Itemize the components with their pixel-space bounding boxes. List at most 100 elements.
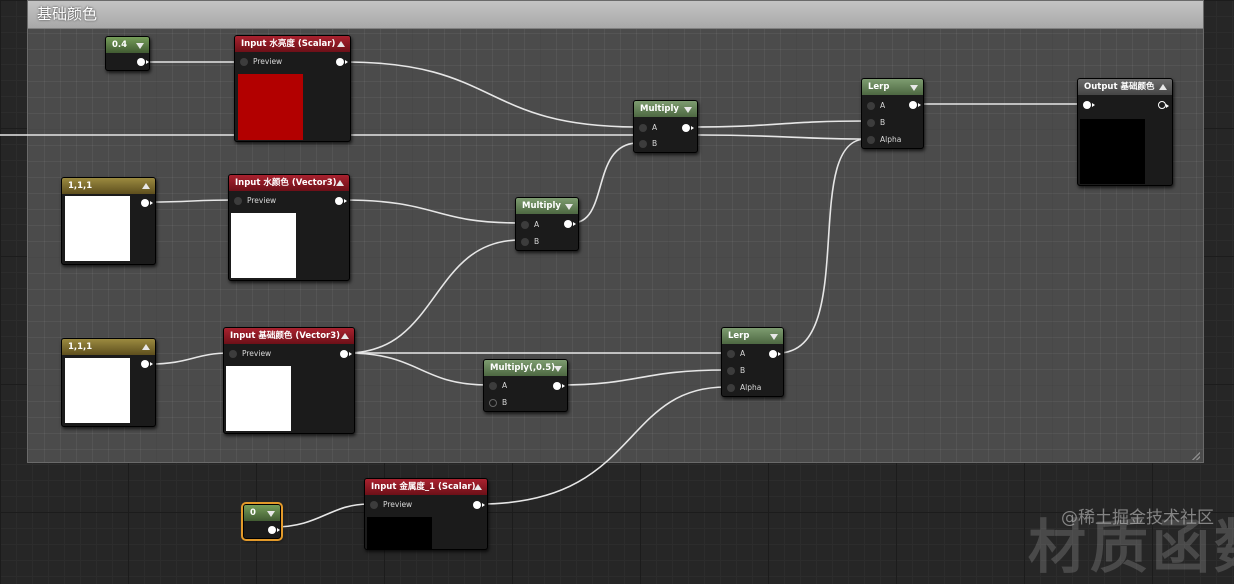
- node-header[interactable]: 0.4: [106, 37, 149, 53]
- node-header[interactable]: Lerp: [862, 79, 923, 95]
- node-header[interactable]: Input 水亮度 (Scalar): [235, 36, 350, 52]
- collapse-arrow-icon[interactable]: [337, 41, 345, 47]
- output-pin[interactable]: [141, 199, 153, 207]
- input-pin-b[interactable]: [521, 238, 529, 246]
- node-title: 1,1,1: [68, 181, 93, 191]
- multiply-node-mid[interactable]: Multiply A B: [515, 197, 579, 251]
- input-pin-a[interactable]: [727, 350, 735, 358]
- input-pin-b[interactable]: [867, 119, 875, 127]
- pin-b[interactable]: B: [727, 365, 745, 377]
- pin-b[interactable]: B: [867, 117, 885, 129]
- pin-b[interactable]: B: [639, 138, 657, 150]
- collapse-arrow-icon[interactable]: [341, 333, 349, 339]
- input-pin[interactable]: [240, 58, 248, 66]
- node-header[interactable]: Output 基础颜色: [1078, 79, 1172, 95]
- node-header[interactable]: Multiply: [516, 198, 578, 214]
- input-pin-alpha[interactable]: [867, 136, 875, 144]
- node-header[interactable]: Input 金属度_1 (Scalar): [365, 479, 487, 495]
- pin-a[interactable]: A: [521, 219, 539, 231]
- input-pin[interactable]: [234, 197, 242, 205]
- input-pin-a[interactable]: [639, 124, 647, 132]
- pin-label: B: [880, 118, 886, 127]
- output-pin[interactable]: [336, 58, 348, 66]
- pin-label: A: [740, 349, 746, 358]
- multiply-node-top[interactable]: Multiply A B: [633, 100, 698, 153]
- collapse-arrow-icon[interactable]: [565, 204, 573, 210]
- output-pin[interactable]: [473, 501, 485, 509]
- preview-input-pin[interactable]: Preview: [229, 348, 271, 360]
- preview-input-pin[interactable]: Preview: [234, 195, 276, 207]
- constant-node-0[interactable]: 0: [241, 502, 283, 541]
- input-pin[interactable]: [229, 350, 237, 358]
- constant-node-111-b[interactable]: 1,1,1: [61, 338, 156, 427]
- input-node-base-color[interactable]: Input 基础颜色 (Vector3) Preview: [223, 327, 355, 434]
- input-pin-b[interactable]: [639, 140, 647, 148]
- output-pin[interactable]: [909, 101, 921, 109]
- multiply-half-node[interactable]: Multiply(,0.5) A B: [483, 359, 568, 412]
- pin-a[interactable]: A: [489, 380, 507, 392]
- output-pin[interactable]: [682, 124, 694, 132]
- pin-a[interactable]: A: [639, 122, 657, 134]
- collapse-arrow-icon[interactable]: [554, 366, 562, 372]
- input-pin[interactable]: [1083, 101, 1095, 109]
- constant-node-111-a[interactable]: 1,1,1: [61, 177, 156, 265]
- pin-a[interactable]: A: [727, 348, 745, 360]
- node-header[interactable]: Multiply: [634, 101, 697, 117]
- node-header[interactable]: Lerp: [722, 328, 783, 344]
- preview-swatch: [65, 358, 130, 423]
- input-pin-alpha[interactable]: [727, 384, 735, 392]
- output-pin[interactable]: [141, 360, 153, 368]
- input-pin-a[interactable]: [867, 102, 875, 110]
- node-header[interactable]: 1,1,1: [62, 339, 155, 355]
- collapse-arrow-icon[interactable]: [770, 334, 778, 340]
- collapse-arrow-icon[interactable]: [136, 43, 144, 49]
- preview-input-pin[interactable]: Preview: [240, 56, 282, 68]
- collapse-arrow-icon[interactable]: [142, 344, 150, 350]
- preview-input-pin[interactable]: Preview: [370, 499, 412, 511]
- input-pin-a[interactable]: [521, 221, 529, 229]
- pin-label: B: [534, 237, 540, 246]
- pin-alpha[interactable]: Alpha: [867, 134, 901, 146]
- node-header[interactable]: 1,1,1: [62, 178, 155, 194]
- input-node-brightness[interactable]: Input 水亮度 (Scalar) Preview: [234, 35, 351, 142]
- pin-b[interactable]: B: [489, 397, 507, 409]
- output-pin[interactable]: [268, 526, 280, 534]
- collapse-arrow-icon[interactable]: [336, 180, 344, 186]
- node-title: Input 基础颜色 (Vector3): [230, 331, 341, 341]
- collapse-arrow-icon[interactable]: [267, 511, 275, 517]
- wires-layer: [0, 61, 1084, 528]
- wire-const111b-base: [149, 352, 231, 365]
- pin-a[interactable]: A: [867, 100, 885, 112]
- node-title: Lerp: [728, 331, 750, 341]
- output-pin[interactable]: [564, 220, 576, 228]
- output-pin[interactable]: [1158, 101, 1169, 109]
- lerp-node-top[interactable]: Lerp A B Alpha: [861, 78, 924, 149]
- input-pin-a[interactable]: [489, 382, 497, 390]
- input-node-water-color[interactable]: Input 水颜色 (Vector3) Preview: [228, 174, 350, 281]
- node-header[interactable]: Multiply(,0.5): [484, 360, 567, 376]
- node-header[interactable]: Input 水颜色 (Vector3): [229, 175, 349, 191]
- output-pin[interactable]: [335, 197, 347, 205]
- lerp-node-bottom[interactable]: Lerp A B Alpha: [721, 327, 784, 397]
- output-pin[interactable]: [553, 382, 565, 390]
- collapse-arrow-icon[interactable]: [474, 484, 482, 490]
- constant-node-04[interactable]: 0.4: [105, 36, 150, 71]
- pin-label: A: [502, 381, 508, 390]
- collapse-arrow-icon[interactable]: [684, 107, 692, 113]
- input-pin-b[interactable]: [727, 367, 735, 375]
- preview-swatch: [65, 196, 130, 261]
- collapse-arrow-icon[interactable]: [1159, 84, 1167, 90]
- pin-b[interactable]: B: [521, 236, 539, 248]
- output-pin[interactable]: [340, 350, 352, 358]
- output-pin[interactable]: [137, 58, 149, 66]
- output-pin[interactable]: [769, 350, 781, 358]
- output-node-base-color[interactable]: Output 基础颜色: [1077, 78, 1173, 186]
- input-pin-b[interactable]: [489, 399, 497, 407]
- collapse-arrow-icon[interactable]: [142, 183, 150, 189]
- input-pin[interactable]: [370, 501, 378, 509]
- pin-alpha[interactable]: Alpha: [727, 382, 761, 394]
- input-node-metallic[interactable]: Input 金属度_1 (Scalar) Preview: [364, 478, 488, 550]
- collapse-arrow-icon[interactable]: [910, 85, 918, 91]
- node-header[interactable]: Input 基础颜色 (Vector3): [224, 328, 354, 344]
- node-header[interactable]: 0: [244, 505, 280, 521]
